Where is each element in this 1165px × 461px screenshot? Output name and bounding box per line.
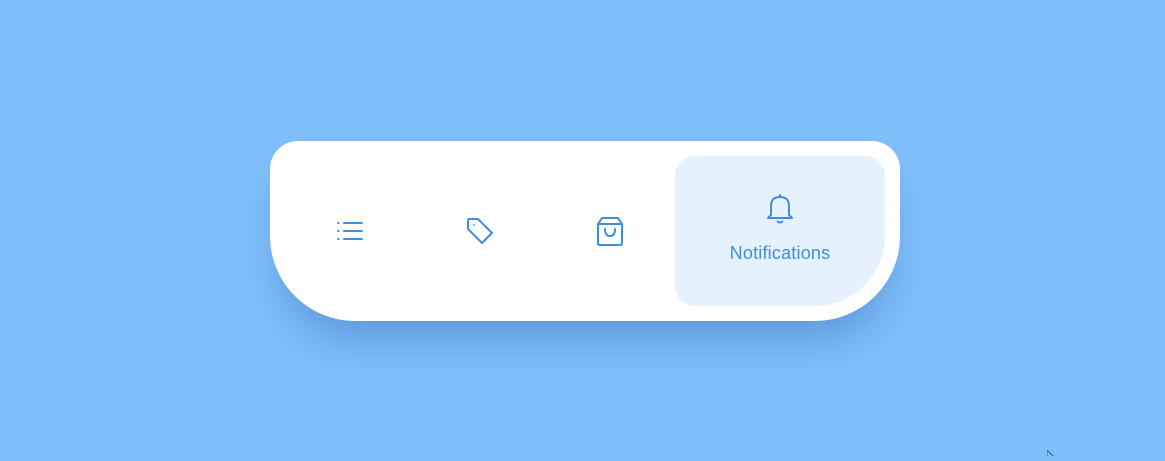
nav-item-menu[interactable] (310, 156, 390, 306)
nav-item-shop[interactable] (570, 156, 650, 306)
tag-icon (464, 215, 496, 247)
list-icon (335, 216, 365, 246)
nav-item-label: Notifications (729, 242, 831, 263)
bell-icon (765, 193, 795, 225)
nav-item-tags[interactable] (440, 156, 520, 306)
bottom-navigation-bar: Notifications (270, 141, 900, 321)
shopping-bag-icon (594, 214, 626, 248)
mouse-cursor-icon (1046, 443, 1057, 457)
nav-item-notifications[interactable]: Notifications (675, 156, 885, 306)
